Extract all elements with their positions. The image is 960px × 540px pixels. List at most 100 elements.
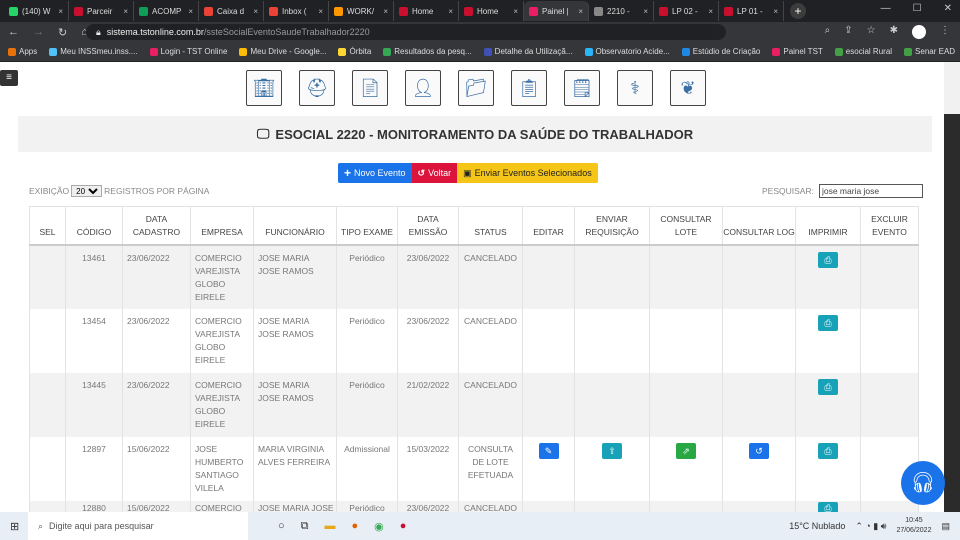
page-scrollbar[interactable] xyxy=(944,62,960,512)
browser-tab[interactable]: Inbox (× xyxy=(264,1,329,21)
doctor-icon[interactable]: 👤︎ xyxy=(405,70,441,106)
close-tab-icon[interactable]: × xyxy=(448,7,453,16)
support-chat-button[interactable]: 🎧︎ xyxy=(901,461,945,505)
novo-evento-button[interactable]: + Novo Evento xyxy=(338,163,412,183)
weather-text[interactable]: 15°C Nublado xyxy=(789,521,845,531)
print-icon[interactable]: ⎙ xyxy=(818,378,838,395)
reload-icon[interactable]: ↻ xyxy=(58,26,67,39)
clipboard-icon[interactable]: 📋︎ xyxy=(511,70,547,106)
column-header[interactable]: FUNCIONÁRIO xyxy=(253,206,337,246)
hands-plant-icon[interactable]: ❦ xyxy=(670,70,706,106)
browser-tab[interactable]: Parceir × xyxy=(69,1,134,21)
zoom-icon[interactable]: ⌕ xyxy=(825,25,831,39)
close-tab-icon[interactable]: × xyxy=(578,7,583,16)
tray-icons[interactable]: ⌃ ◔ ▮ 🔊︎ xyxy=(855,521,886,532)
taskbar-search[interactable]: ⌕ Digite aqui para pesquisar xyxy=(28,512,248,540)
close-tab-icon[interactable]: × xyxy=(188,7,193,16)
close-tab-icon[interactable]: × xyxy=(708,7,713,16)
browser-tab[interactable]: Home × xyxy=(459,1,524,21)
minimize-icon[interactable]: — xyxy=(881,3,891,14)
browser-tab[interactable]: ACOMP × xyxy=(134,1,199,21)
close-tab-icon[interactable]: × xyxy=(513,7,518,16)
column-header[interactable]: EMPRESA xyxy=(190,206,254,246)
file-explorer-icon[interactable]: ▬ xyxy=(325,520,336,533)
bookmark-item[interactable]: Observatorio Acide... xyxy=(584,47,670,56)
edit-icon[interactable]: ✎ xyxy=(538,442,559,459)
helmet-icon[interactable]: ⛑︎ xyxy=(299,70,335,106)
new-tab-button[interactable]: + xyxy=(790,3,806,19)
task-view-icon[interactable]: ⧉ xyxy=(301,520,309,533)
extensions-icon[interactable]: ✱ xyxy=(890,25,898,39)
column-header[interactable]: IMPRIMIR xyxy=(795,206,861,246)
bookmark-item[interactable]: Órbita xyxy=(338,47,371,56)
browser-tab[interactable]: 2210 - × xyxy=(589,1,654,21)
chrome-icon[interactable]: ◉ xyxy=(374,520,384,533)
bookmark-item[interactable]: Meu INSSmeu.inss.... xyxy=(49,47,138,56)
close-tab-icon[interactable]: × xyxy=(58,7,63,16)
physician-icon[interactable]: ⚕︎ xyxy=(617,70,653,106)
url-field[interactable]: 🔒︎ sistema.tstonline.com.br/ssteSocialEve… xyxy=(86,24,726,40)
close-tab-icon[interactable]: × xyxy=(383,7,388,16)
profile-avatar[interactable] xyxy=(912,25,926,39)
close-window-icon[interactable]: ✕ xyxy=(944,3,952,14)
close-tab-icon[interactable]: × xyxy=(773,7,778,16)
column-header[interactable]: CONSULTAR LOTE xyxy=(649,206,723,246)
app-icon[interactable]: ● xyxy=(400,520,407,533)
column-header[interactable]: SEL xyxy=(29,206,66,246)
share-icon[interactable]: ⇪ xyxy=(602,442,622,459)
bookmark-item[interactable]: Meu Drive - Google... xyxy=(239,47,326,56)
browser-tab[interactable]: Painel | × xyxy=(524,1,589,21)
notifications-icon[interactable]: ▤ xyxy=(941,521,950,532)
browser-tab[interactable]: (140) W × xyxy=(4,1,69,21)
column-header[interactable]: ENVIAR REQUISIÇÃO xyxy=(574,206,650,246)
bookmark-item[interactable]: esocial Rural xyxy=(834,47,892,56)
medical-record-icon[interactable]: 🗒︎ xyxy=(564,70,600,106)
bookmark-item[interactable]: Resultados da pesq... xyxy=(383,47,472,56)
browser-tab[interactable]: LP 01 - × xyxy=(719,1,784,21)
sel-cell[interactable] xyxy=(29,244,66,309)
browser-tab[interactable]: Home × xyxy=(394,1,459,21)
close-tab-icon[interactable]: × xyxy=(123,7,128,16)
column-header[interactable]: DATA CADASTRO xyxy=(122,206,191,246)
bookmark-item[interactable]: Estúdio de Criação xyxy=(681,47,760,56)
scrollbar-thumb[interactable] xyxy=(944,114,960,512)
menu-icon[interactable]: ⋮ xyxy=(940,25,950,39)
bookmark-item[interactable]: Detalhe da Utilizaçã... xyxy=(483,47,573,56)
voltar-button[interactable]: ↺ Voltar xyxy=(411,163,458,183)
share-icon[interactable]: ⇪ xyxy=(844,25,852,39)
close-tab-icon[interactable]: × xyxy=(253,7,258,16)
sel-cell[interactable] xyxy=(29,372,66,437)
column-header[interactable]: EDITAR xyxy=(522,206,575,246)
folder-icon[interactable]: 📁︎ xyxy=(458,70,494,106)
print-icon[interactable]: ⎙ xyxy=(818,442,838,459)
column-header[interactable]: TIPO EXAME xyxy=(336,206,398,246)
cortana-icon[interactable]: ○ xyxy=(278,520,285,533)
star-icon[interactable]: ☆ xyxy=(867,25,876,39)
column-header[interactable]: STATUS xyxy=(458,206,523,246)
enviar-eventos-button[interactable]: ▣ Enviar Eventos Selecionados xyxy=(457,163,598,183)
sel-cell[interactable] xyxy=(29,308,66,373)
close-tab-icon[interactable]: × xyxy=(643,7,648,16)
column-header[interactable]: CÓDIGO xyxy=(65,206,123,246)
history-icon[interactable]: ↺ xyxy=(749,442,769,459)
search-input[interactable] xyxy=(818,184,923,198)
close-tab-icon[interactable]: × xyxy=(318,7,323,16)
browser-tab[interactable]: LP 02 - × xyxy=(654,1,719,21)
document-icon[interactable]: 📄︎ xyxy=(352,70,388,106)
per-page-select[interactable]: 20 xyxy=(71,185,103,197)
hamburger-menu-button[interactable]: ≡ xyxy=(0,70,18,86)
forward-icon[interactable]: → xyxy=(33,26,44,39)
sel-cell[interactable] xyxy=(29,436,66,501)
column-header[interactable]: CONSULTAR LOG xyxy=(722,206,796,246)
bookmark-item[interactable]: Apps xyxy=(8,47,37,56)
browser-tab[interactable]: WORK/ × xyxy=(329,1,394,21)
browser-tab[interactable]: Caixa d × xyxy=(199,1,264,21)
building-icon[interactable]: 🏢︎ xyxy=(246,70,282,106)
bookmark-item[interactable]: Painel TST xyxy=(772,47,823,56)
send-icon[interactable]: ⇗ xyxy=(676,442,696,459)
windows-start-icon[interactable]: ⊞ xyxy=(10,520,19,533)
maximize-icon[interactable]: ☐ xyxy=(913,3,922,14)
column-header[interactable]: DATA EMISSÃO xyxy=(397,206,459,246)
back-icon[interactable]: ← xyxy=(8,26,19,39)
print-icon[interactable]: ⎙ xyxy=(818,314,838,331)
